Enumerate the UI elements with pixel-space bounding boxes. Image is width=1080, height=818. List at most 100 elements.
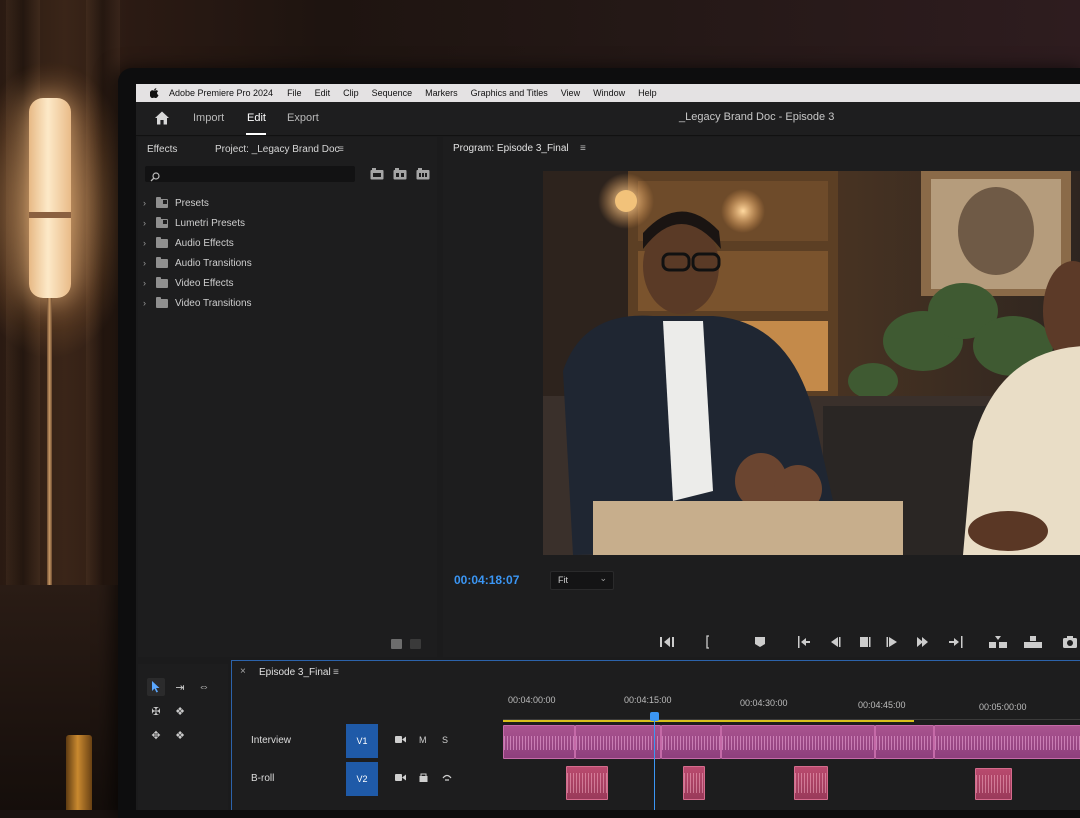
menu-graphics-and-titles[interactable]: Graphics and Titles (471, 88, 548, 98)
menu-clip[interactable]: Clip (343, 88, 359, 98)
tab-effects[interactable]: Effects (147, 144, 177, 155)
menu-file[interactable]: File (287, 88, 302, 98)
folder-icon (156, 256, 168, 268)
menu-edit[interactable]: Edit (315, 88, 331, 98)
ripple-edit-tool-icon[interactable]: ⇔ (195, 678, 213, 696)
timeline-panel: × Episode 3_Final ≡ 00:04:00:00 00:04:15… (231, 660, 1080, 810)
zoom-level-select[interactable]: Fit ⌄ (550, 571, 614, 590)
insert-icon[interactable] (989, 633, 1007, 651)
close-icon[interactable]: × (240, 666, 246, 677)
effects-search-input[interactable] (145, 166, 355, 182)
tree-item-audio-effects[interactable]: › Audio Effects (138, 233, 437, 253)
sync-lock-icon[interactable] (419, 773, 428, 784)
menu-view[interactable]: View (561, 88, 580, 98)
menu-help[interactable]: Help (638, 88, 657, 98)
track-select-tool-icon[interactable]: ⇥ (171, 678, 189, 696)
panel-tabs: Effects Project: _Legacy Brand Doc ≡ (138, 137, 437, 162)
export-frame-icon[interactable] (1061, 633, 1079, 651)
go-to-out-icon[interactable] (948, 633, 966, 651)
preset-folder-icon (156, 196, 168, 208)
timeline-menu-icon[interactable]: ≡ (333, 667, 339, 678)
floor-lamp (29, 98, 71, 298)
tab-edit[interactable]: Edit (247, 112, 266, 124)
solo-button[interactable]: S (442, 735, 448, 745)
document-title: _Legacy Brand Doc - Episode 3 (679, 111, 835, 123)
marker-icon[interactable] (751, 633, 769, 651)
tree-item-label: Lumetri Presets (175, 217, 246, 229)
tab-import[interactable]: Import (193, 112, 224, 124)
interview-clip[interactable] (503, 725, 575, 759)
ruler-time-label: 00:04:30:00 (740, 698, 788, 708)
lamp-pole (47, 298, 52, 588)
chevron-right-icon[interactable]: › (143, 238, 153, 248)
chevron-right-icon[interactable]: › (143, 298, 153, 308)
menu-window[interactable]: Window (593, 88, 625, 98)
mute-button[interactable]: M (419, 735, 427, 745)
tree-item-video-transitions[interactable]: › Video Transitions (138, 293, 437, 313)
tree-item-audio-transitions[interactable]: › Audio Transitions (138, 253, 437, 273)
track-lock-icon[interactable] (442, 773, 452, 784)
interview-clip[interactable] (721, 725, 875, 759)
tree-item-video-effects[interactable]: › Video Effects (138, 273, 437, 293)
panel-menu-icon[interactable]: ≡ (338, 144, 344, 155)
accelerated-effects-icon[interactable] (370, 167, 384, 180)
stop-icon[interactable] (856, 633, 874, 651)
broll-clip[interactable] (975, 768, 1012, 800)
track-name: Interview (251, 735, 292, 746)
chevron-right-icon[interactable]: › (143, 258, 153, 268)
tree-item-lumetri-presets[interactable]: › Lumetri Presets (138, 213, 437, 233)
chevron-right-icon[interactable]: › (143, 198, 153, 208)
razor-tool-icon[interactable]: ✠ (147, 702, 165, 720)
chevron-down-icon: ⌄ (599, 573, 607, 583)
menu-app-name[interactable]: Adobe Premiere Pro 2024 (169, 88, 273, 98)
interview-clip[interactable] (875, 725, 934, 759)
go-to-in-icon[interactable] (793, 633, 811, 651)
track-target-v1[interactable]: V1 (346, 724, 378, 758)
track-v2: B-roll V2 (232, 760, 1080, 800)
video-frame[interactable] (543, 171, 1080, 555)
pen-tool-icon[interactable]: ✥ (147, 726, 165, 744)
32bit-effects-icon[interactable] (393, 167, 407, 180)
effects-panel: Effects Project: _Legacy Brand Doc ≡ › P… (138, 137, 437, 657)
interview-clip[interactable] (934, 725, 1080, 759)
desk (0, 585, 125, 810)
new-bin-icon[interactable] (391, 639, 402, 649)
track-name: B-roll (251, 773, 275, 784)
interview-clip[interactable] (661, 725, 721, 759)
play-icon[interactable] (883, 633, 901, 651)
chevron-right-icon[interactable]: › (143, 218, 153, 228)
menu-markers[interactable]: Markers (425, 88, 458, 98)
zoom-level-value: Fit (558, 575, 568, 585)
camera-icon[interactable] (395, 735, 406, 746)
program-menu-icon[interactable]: ≡ (580, 143, 586, 154)
selection-tool-icon[interactable] (147, 678, 165, 696)
track-target-v2[interactable]: V2 (346, 762, 378, 796)
camera-icon[interactable] (395, 773, 406, 784)
trash-icon[interactable] (410, 639, 421, 649)
hand-tool-icon[interactable]: ❖ (171, 726, 189, 744)
step-forward-icon[interactable] (914, 633, 932, 651)
timeline-sequence-tab[interactable]: Episode 3_Final (259, 667, 331, 678)
tab-project[interactable]: Project: _Legacy Brand Doc (215, 144, 340, 155)
overwrite-icon[interactable] (1024, 633, 1042, 651)
apple-icon[interactable] (149, 88, 159, 98)
broll-clip[interactable] (794, 766, 828, 800)
broll-clip[interactable] (566, 766, 608, 800)
add-marker-icon[interactable] (658, 633, 676, 651)
mark-in-icon[interactable] (699, 633, 717, 651)
broll-clip[interactable] (683, 766, 705, 800)
home-icon[interactable] (154, 110, 170, 126)
chevron-right-icon[interactable]: › (143, 278, 153, 288)
workspace-header: Import Edit Export _Legacy Brand Doc - E… (136, 102, 1080, 136)
slip-tool-icon[interactable]: ❖ (171, 702, 189, 720)
menu-sequence[interactable]: Sequence (372, 88, 413, 98)
program-monitor-title[interactable]: Program: Episode 3_Final (453, 143, 569, 154)
playhead-timecode[interactable]: 00:04:18:07 (454, 573, 519, 587)
interview-clip[interactable] (575, 725, 661, 759)
tab-export[interactable]: Export (287, 112, 319, 124)
search-icon (150, 169, 160, 182)
effects-tree: › Presets › Lumetri Presets › Audio Effe… (138, 193, 437, 313)
yuv-effects-icon[interactable] (416, 167, 430, 180)
step-back-icon[interactable] (826, 633, 844, 651)
tree-item-presets[interactable]: › Presets (138, 193, 437, 213)
